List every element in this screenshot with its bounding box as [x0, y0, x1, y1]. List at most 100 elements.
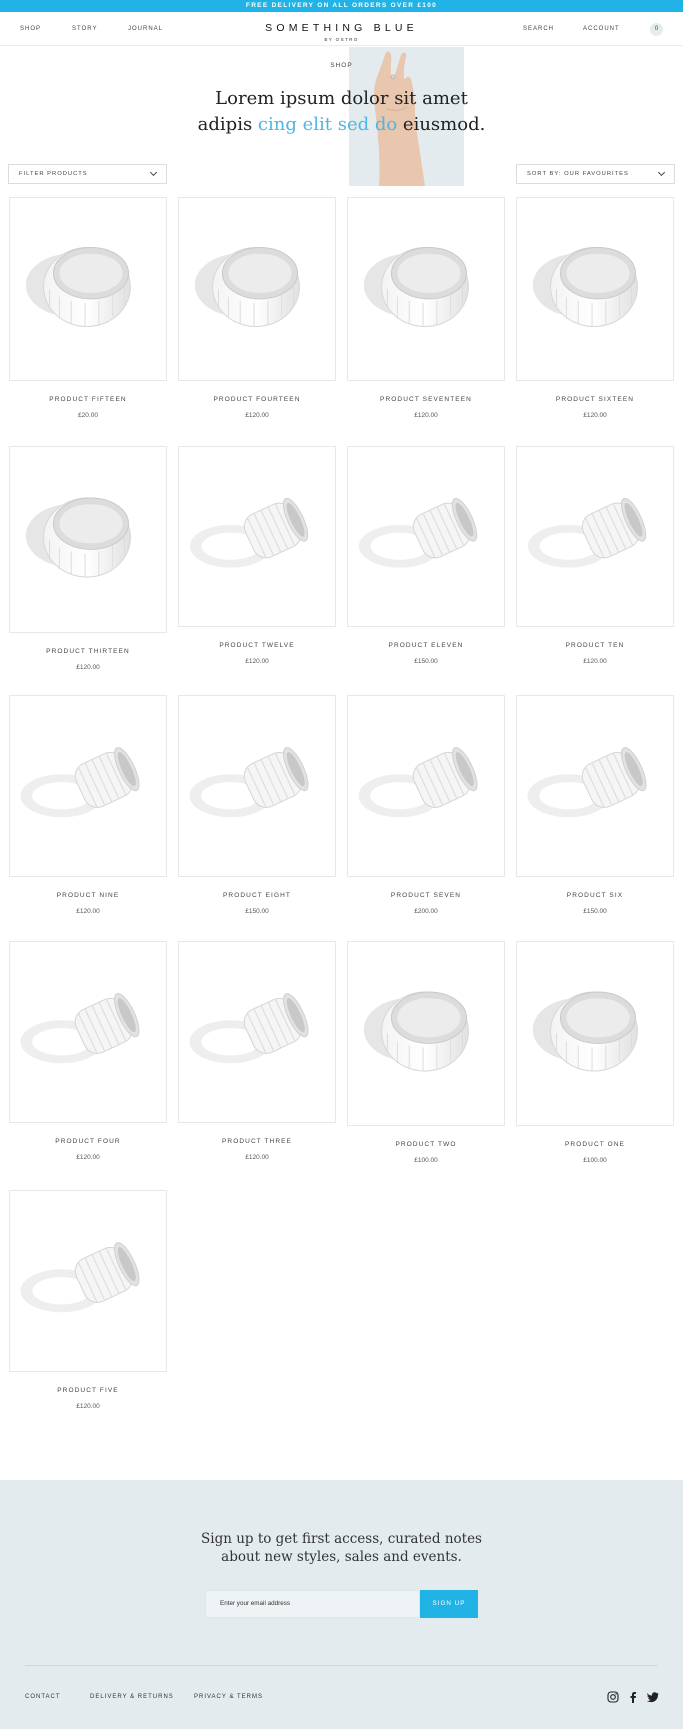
product-card[interactable]: PRODUCT FOUR £120.00	[9, 941, 167, 1161]
product-name[interactable]: PRODUCT TEN	[516, 642, 674, 649]
newsletter-title-line2: about new styles, sales and events.	[221, 1549, 462, 1565]
product-price: £150.00	[245, 908, 269, 915]
product-image[interactable]	[9, 695, 167, 877]
product-price: £120.00	[583, 412, 607, 419]
facebook-icon[interactable]	[627, 1691, 639, 1703]
product-card[interactable]: PRODUCT NINE £120.00	[9, 695, 167, 915]
product-card[interactable]: · · · · · PRODUCT THIRTEEN £120.00	[9, 446, 167, 671]
svg-text:· · · · ·: · · · · ·	[596, 251, 607, 256]
product-card[interactable]: · · · · · PRODUCT TWO £100.00	[347, 941, 505, 1164]
product-name[interactable]: PRODUCT FIVE	[9, 1387, 167, 1394]
product-price: £150.00	[583, 908, 607, 915]
product-price: £120.00	[76, 664, 100, 671]
product-card[interactable]: PRODUCT ELEVEN £150.00	[347, 446, 505, 665]
hero-label: SHOP	[330, 62, 353, 69]
hero-title: Lorem ipsum dolor sit amet adipis cing e…	[0, 86, 683, 138]
sign-up-button[interactable]: SIGN UP	[420, 1590, 478, 1618]
product-card[interactable]: PRODUCT SIX £150.00	[516, 695, 674, 915]
brand-name: SOMETHING BLUE	[265, 22, 418, 34]
product-price: £100.00	[414, 1157, 438, 1164]
chevron-down-icon	[657, 168, 666, 177]
product-name[interactable]: PRODUCT THIRTEEN	[9, 648, 167, 655]
product-image[interactable]: · · · · ·	[347, 197, 505, 381]
sort-label: SORT BY: OUR FAVOURITES	[527, 171, 629, 177]
product-name[interactable]: PRODUCT ONE	[516, 1141, 674, 1148]
nav-account[interactable]: ACCOUNT	[583, 26, 620, 32]
product-name[interactable]: PRODUCT SIXTEEN	[516, 396, 674, 403]
product-image[interactable]	[9, 941, 167, 1123]
site-header: SHOP STORY JOURNAL SOMETHING BLUE BY OST…	[0, 12, 683, 46]
product-name[interactable]: PRODUCT FOURTEEN	[178, 396, 336, 403]
product-card[interactable]: PRODUCT THREE £120.00	[178, 941, 336, 1161]
hero-title-line2-start: adipis	[197, 114, 258, 135]
product-image[interactable]	[9, 1190, 167, 1372]
product-image[interactable]	[347, 446, 505, 627]
filter-label: FILTER PRODUCTS	[19, 171, 88, 177]
product-card[interactable]: PRODUCT FIVE £120.00	[9, 1190, 167, 1410]
product-card[interactable]: PRODUCT EIGHT £150.00	[178, 695, 336, 915]
product-name[interactable]: PRODUCT EIGHT	[178, 892, 336, 899]
newsletter-section: Sign up to get first access, curated not…	[0, 1480, 683, 1729]
product-name[interactable]: PRODUCT SEVEN	[347, 892, 505, 899]
product-name[interactable]: PRODUCT TWO	[347, 1141, 505, 1148]
email-placeholder: Enter your email address	[220, 1600, 290, 1607]
product-card[interactable]: · · · · · PRODUCT FIFTEEN £20.00	[9, 197, 167, 419]
chevron-down-icon	[149, 168, 158, 177]
svg-text:· · · · ·: · · · · ·	[427, 251, 438, 256]
twitter-icon[interactable]	[647, 1691, 659, 1703]
product-card[interactable]: · · · · · PRODUCT SEVENTEEN £120.00	[347, 197, 505, 419]
footer-link-contact[interactable]: CONTACT	[25, 1694, 61, 1700]
product-image[interactable]: · · · · ·	[516, 197, 674, 381]
instagram-icon[interactable]	[607, 1691, 619, 1703]
product-image[interactable]: · · · · ·	[516, 941, 674, 1126]
footer-link-privacy[interactable]: PRIVACY & TERMS	[194, 1694, 263, 1700]
product-price: £120.00	[245, 658, 269, 665]
product-image[interactable]	[178, 695, 336, 877]
footer-link-delivery[interactable]: DELIVERY & RETURNS	[90, 1694, 174, 1700]
product-card[interactable]: PRODUCT SEVEN £200.00	[347, 695, 505, 915]
product-card[interactable]: PRODUCT TEN £120.00	[516, 446, 674, 665]
cart-count: 0	[654, 26, 659, 32]
footer-divider	[25, 1665, 658, 1666]
product-name[interactable]: PRODUCT NINE	[9, 892, 167, 899]
product-price: £20.00	[78, 412, 98, 419]
brand-logo[interactable]: SOMETHING BLUE BY OSTRO	[0, 22, 683, 42]
product-image[interactable]	[178, 446, 336, 627]
cart-button[interactable]: 0	[650, 23, 663, 36]
product-name[interactable]: PRODUCT SEVENTEEN	[347, 396, 505, 403]
product-name[interactable]: PRODUCT FIFTEEN	[9, 396, 167, 403]
svg-text:· · · · ·: · · · · ·	[89, 502, 100, 507]
brand-subtitle: BY OSTRO	[324, 37, 359, 42]
email-field[interactable]: Enter your email address	[205, 1590, 420, 1618]
product-name[interactable]: PRODUCT ELEVEN	[347, 642, 505, 649]
product-image[interactable]	[178, 941, 336, 1123]
product-card[interactable]: · · · · · PRODUCT FOURTEEN £120.00	[178, 197, 336, 419]
product-price: £120.00	[76, 1154, 100, 1161]
filter-products-dropdown[interactable]: FILTER PRODUCTS	[8, 164, 167, 184]
product-image[interactable]	[516, 446, 674, 627]
product-image[interactable]: · · · · ·	[9, 197, 167, 381]
svg-text:· · · · ·: · · · · ·	[596, 996, 607, 1001]
product-name[interactable]: PRODUCT THREE	[178, 1138, 336, 1145]
hero-title-line1: Lorem ipsum dolor sit amet	[215, 88, 468, 109]
product-image[interactable]: · · · · ·	[347, 941, 505, 1126]
product-image[interactable]	[347, 695, 505, 877]
product-price: £100.00	[583, 1157, 607, 1164]
product-price: £120.00	[583, 658, 607, 665]
newsletter-title-line1: Sign up to get first access, curated not…	[201, 1531, 482, 1547]
sort-dropdown[interactable]: SORT BY: OUR FAVOURITES	[516, 164, 675, 184]
product-name[interactable]: PRODUCT TWELVE	[178, 642, 336, 649]
product-card[interactable]: · · · · · PRODUCT SIXTEEN £120.00	[516, 197, 674, 419]
product-card[interactable]: · · · · · PRODUCT ONE £100.00	[516, 941, 674, 1164]
product-image[interactable]: · · · · ·	[9, 446, 167, 633]
announcement-text: FREE DELIVERY ON ALL ORDERS OVER £100	[245, 2, 438, 9]
product-image[interactable]	[516, 695, 674, 877]
product-card[interactable]: PRODUCT TWELVE £120.00	[178, 446, 336, 665]
svg-text:· · · · ·: · · · · ·	[89, 251, 100, 256]
product-image[interactable]: · · · · ·	[178, 197, 336, 381]
product-name[interactable]: PRODUCT FOUR	[9, 1138, 167, 1145]
product-price: £120.00	[76, 908, 100, 915]
product-name[interactable]: PRODUCT SIX	[516, 892, 674, 899]
nav-search[interactable]: SEARCH	[523, 26, 554, 32]
product-price: £120.00	[414, 412, 438, 419]
